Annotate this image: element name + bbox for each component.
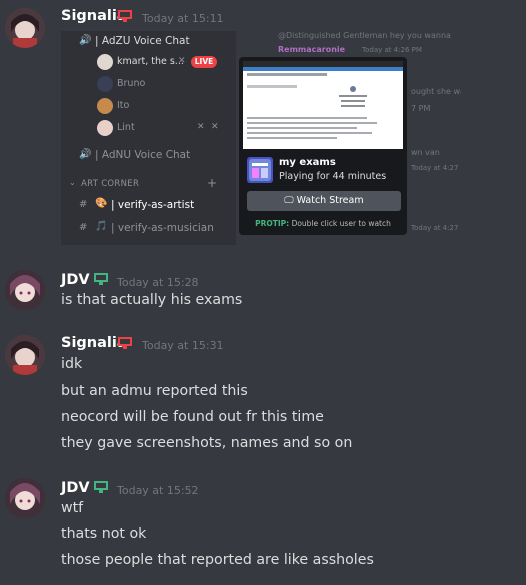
text-channel-name: | verify-as-musician [111, 222, 214, 234]
chat-time-line: Today at 4:27 [411, 164, 459, 172]
protip-text: PROTIP: Double click user to watch [239, 219, 407, 228]
timestamp[interactable]: Today at 15:11 [142, 12, 224, 25]
member-avatar [97, 54, 113, 70]
chat-time-line: Today at 4:27 PM [411, 224, 461, 232]
activity-title: my exams [279, 157, 336, 168]
voice-member-name: Bruno [117, 78, 146, 89]
message-text: neocord will be found out fr this time [61, 409, 324, 425]
deafened-icon: ✕ [211, 122, 219, 132]
message-text: wtf [61, 500, 84, 516]
hash-icon: # [79, 222, 88, 233]
chat-fragment: wn van [411, 148, 440, 157]
muted-icon: ✕ [197, 122, 205, 132]
avatar[interactable] [5, 478, 45, 518]
add-channel-icon: + [207, 176, 218, 190]
desktop-icon [118, 10, 132, 22]
watch-stream-label: Watch Stream [296, 195, 364, 206]
voice-channel-name: | AdZU Voice Chat [95, 35, 190, 47]
message-text: is that actually his exams [61, 292, 243, 308]
username[interactable]: JDV [61, 480, 90, 496]
embedded-screenshot[interactable]: 🔊 | AdZU Voice Chat kmart, the s... ✕ LI… [61, 31, 461, 245]
music-emoji-icon: 🎵 [95, 221, 108, 232]
chat-fragment: 7 PM [411, 104, 431, 113]
avatar[interactable] [5, 270, 45, 310]
avatar-image [5, 270, 45, 310]
stream-preview-popup: my exams Playing for 44 minutes 🖵 Watch … [239, 57, 407, 235]
avatar-image [5, 335, 45, 375]
desktop-icon [118, 337, 132, 349]
voice-speaker-icon: 🔊 [79, 35, 92, 46]
chat-time-line: Today at 4:26 PM [362, 46, 422, 54]
hash-icon: # [79, 199, 88, 210]
avatar-image [5, 8, 45, 48]
chat-fragment: ought she was [411, 87, 461, 96]
message-text: but an admu reported this [61, 383, 248, 399]
game-icon [247, 157, 273, 183]
voice-member-name: Lint [117, 122, 135, 133]
protip-label: PROTIP: [255, 219, 290, 228]
stream-preview-image [243, 61, 403, 149]
chat-author-line: Remmacaronie [278, 45, 346, 54]
stream-preview-drawing [243, 61, 403, 139]
voice-member-name: Ito [117, 100, 130, 111]
timestamp[interactable]: Today at 15:28 [117, 276, 199, 289]
timestamp[interactable]: Today at 15:31 [142, 339, 224, 352]
member-avatar [97, 98, 113, 114]
embedded-channel-sidebar: 🔊 | AdZU Voice Chat kmart, the s... ✕ LI… [61, 31, 236, 245]
voice-member-name: kmart, the s... [117, 56, 184, 67]
message-text: thats not ok [61, 526, 147, 542]
watch-stream-button[interactable]: 🖵 Watch Stream [247, 191, 401, 211]
chat-mention-line: @Distinguished Gentleman hey you wanna [278, 31, 451, 40]
avatar[interactable] [5, 335, 45, 375]
username[interactable]: JDV [61, 272, 90, 288]
voice-channel-name: | AdNU Voice Chat [95, 149, 191, 161]
member-avatar [97, 120, 113, 136]
live-badge: LIVE [191, 56, 217, 68]
protip-message: Double click user to watch [291, 219, 391, 228]
avatar-image [5, 478, 45, 518]
message-text: those people that reported are like assh… [61, 552, 374, 568]
palette-emoji-icon: 🎨 [95, 198, 108, 209]
category-name: ART CORNER [81, 179, 140, 189]
chevron-down-icon: ⌄ [69, 178, 76, 187]
mobile-icon [94, 273, 108, 285]
muted-icon: ✕ [178, 56, 186, 66]
avatar[interactable] [5, 8, 45, 48]
message-text: idk [61, 356, 83, 372]
member-avatar [97, 76, 113, 92]
mobile-icon [94, 481, 108, 493]
activity-subtitle: Playing for 44 minutes [279, 171, 387, 182]
message-text: they gave screenshots, names and so on [61, 435, 353, 451]
text-channel-name: | verify-as-artist [111, 199, 195, 211]
monitor-icon: 🖵 [284, 195, 294, 206]
voice-speaker-icon: 🔊 [79, 149, 92, 160]
timestamp[interactable]: Today at 15:52 [117, 484, 199, 497]
game-icon-shape [249, 159, 271, 181]
